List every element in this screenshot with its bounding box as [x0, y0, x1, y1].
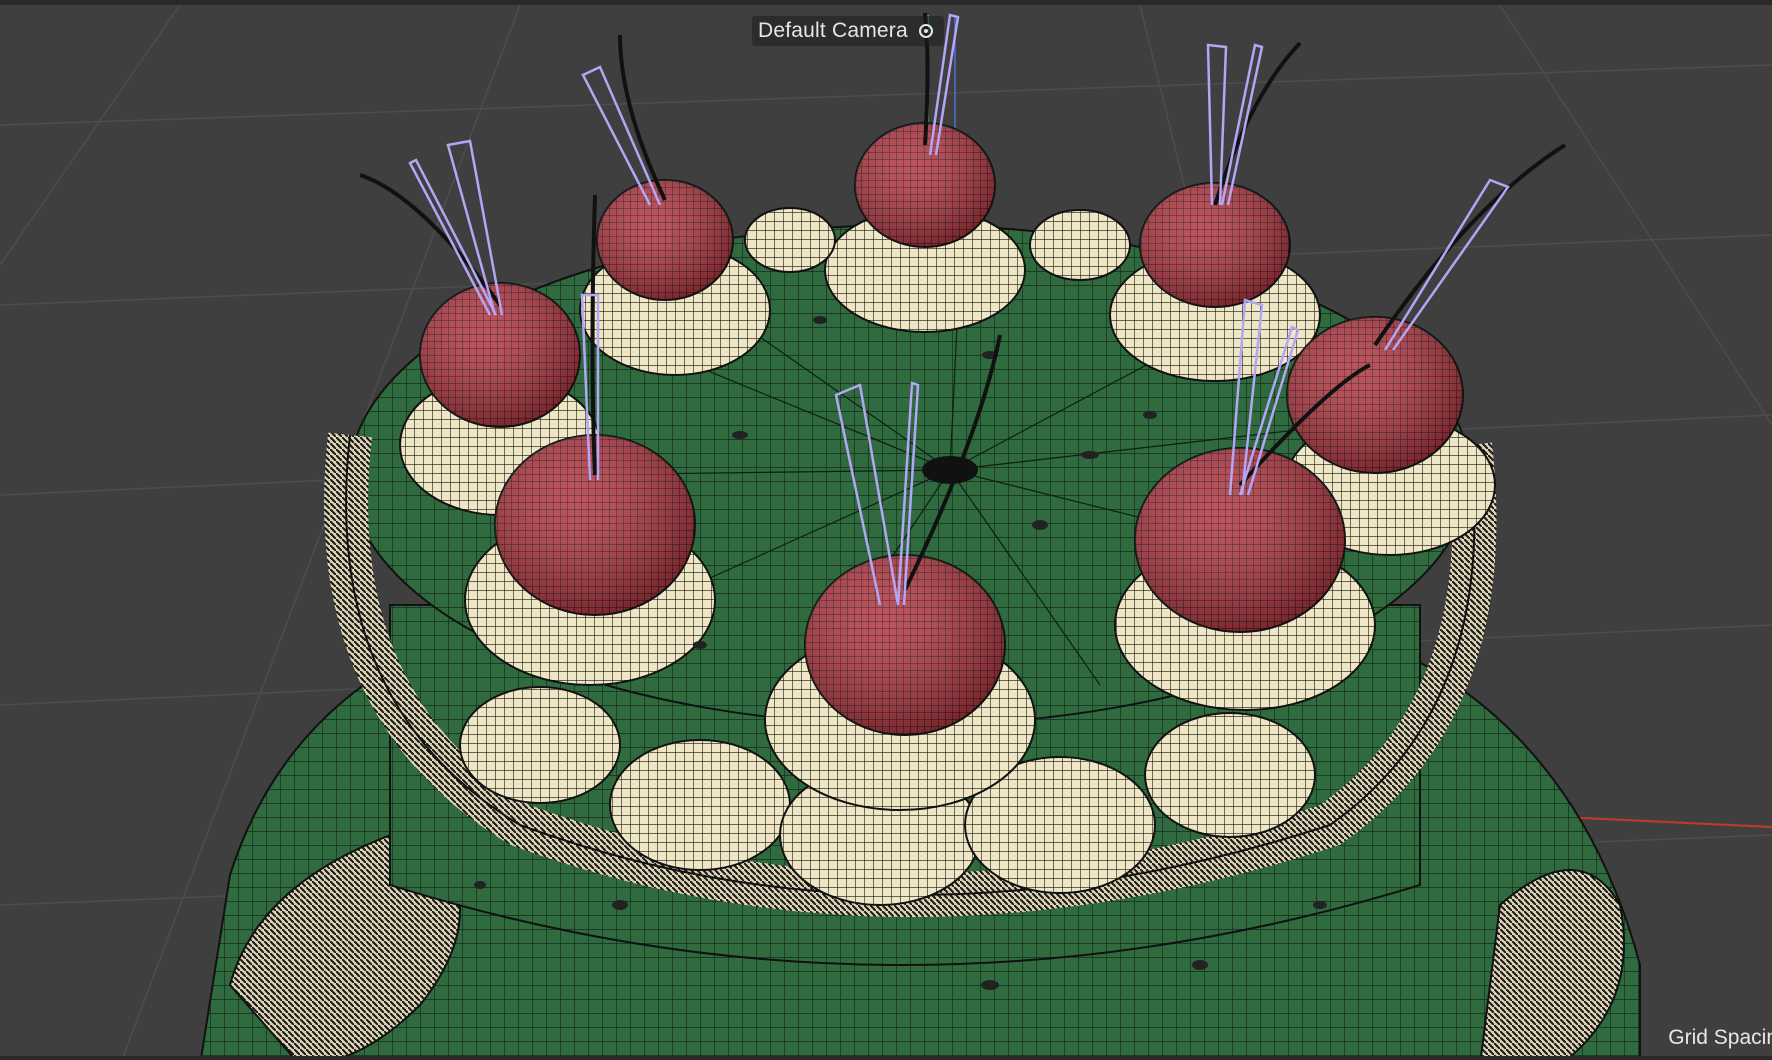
3d-viewport[interactable]: Default Camera Grid Spacin: [0, 0, 1772, 1060]
camera-selector[interactable]: Default Camera: [752, 16, 944, 46]
scene-render[interactable]: [0, 5, 1772, 1060]
grid-spacing-readout: Grid Spacin: [1668, 1026, 1772, 1049]
camera-label: Default Camera: [758, 19, 908, 42]
camera-toggle-icon[interactable]: [916, 21, 936, 41]
viewport-bottom-border: [0, 1056, 1772, 1060]
